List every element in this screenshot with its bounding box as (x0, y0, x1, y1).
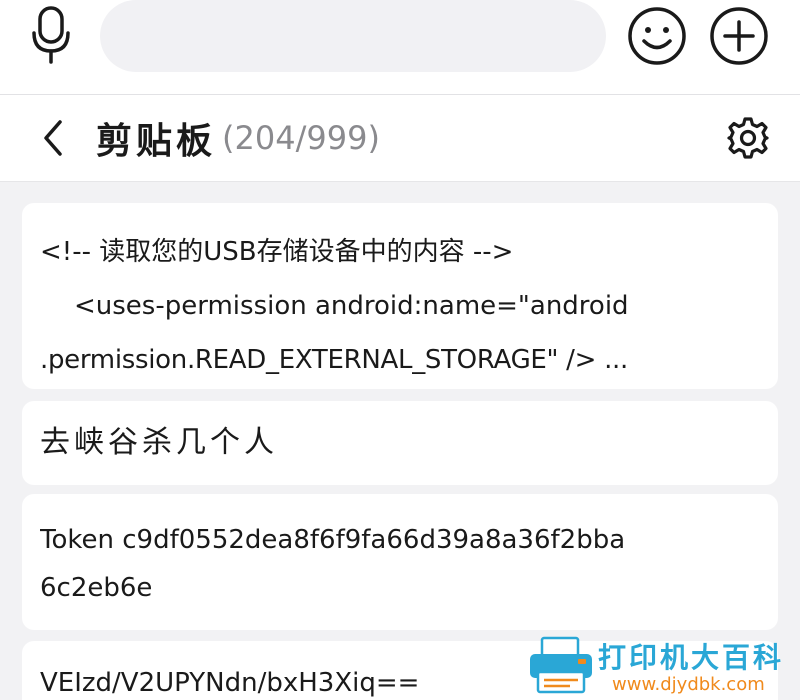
keyboard-top-bar (0, 0, 800, 95)
back-button[interactable] (30, 113, 76, 163)
gear-icon (727, 117, 769, 159)
page-title-group: 剪贴板 (204/999) (96, 113, 380, 163)
clip-item[interactable]: <!-- 读取您的USB存储设备中的内容 --> <uses-permissio… (22, 203, 778, 389)
clip-text-line: <uses-permission android:name="android (74, 291, 629, 321)
clip-text-line: <!-- 读取您的USB存储设备中的内容 --> (40, 237, 514, 267)
clip-list: <!-- 读取您的USB存储设备中的内容 --> <uses-permissio… (0, 181, 800, 700)
page-title: 剪贴板 (96, 120, 217, 162)
clipboard-header: 剪贴板 (204/999) (0, 95, 800, 182)
clip-text-line: Token c9df0552dea8f6f9fa66d39a8a36f2bba (40, 525, 626, 555)
clip-item[interactable]: Token c9df0552dea8f6f9fa66d39a8a36f2bba … (22, 494, 778, 630)
clip-count: (204/999) (222, 119, 380, 157)
clip-item[interactable]: 去峡谷杀几个人 (22, 401, 778, 485)
clip-item[interactable]: VEIzd/V2UPYNdn/bxH3Xiq== (22, 641, 778, 700)
voice-input-button[interactable] (20, 4, 82, 66)
clip-text-line: 去峡谷杀几个人 (40, 425, 278, 460)
emoji-button[interactable] (626, 5, 688, 67)
text-input-field[interactable] (100, 0, 606, 72)
smiley-icon (628, 7, 686, 65)
clip-text-line: 6c2eb6e (40, 573, 153, 603)
microphone-icon (32, 6, 70, 64)
chevron-left-icon (44, 120, 62, 156)
plus-circle-icon (710, 7, 768, 65)
settings-button[interactable] (722, 112, 774, 164)
more-button[interactable] (708, 5, 770, 67)
clip-text-line: .permission.READ_EXTERNAL_STORAGE" /> ..… (40, 345, 628, 375)
clip-text-line: VEIzd/V2UPYNdn/bxH3Xiq== (40, 668, 420, 698)
